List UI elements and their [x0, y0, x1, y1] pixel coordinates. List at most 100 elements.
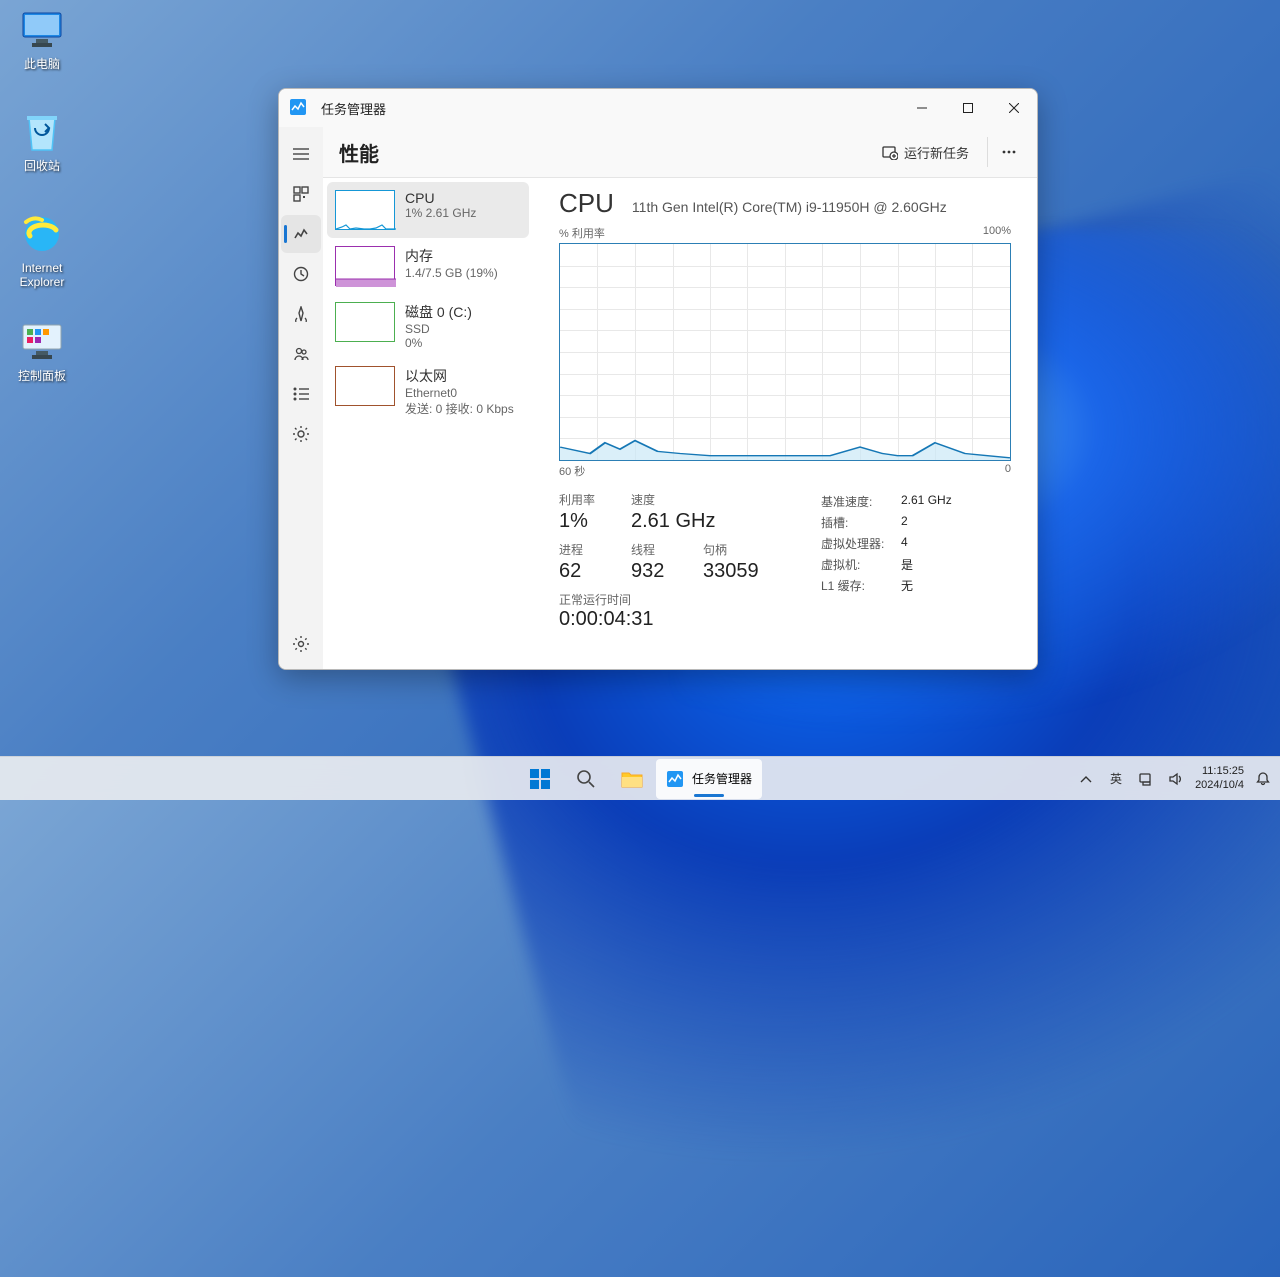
prop-label: 虚拟机:	[821, 556, 901, 573]
taskbar-active-label: 任务管理器	[692, 770, 752, 787]
desktop-icon-label: 此电脑	[24, 57, 60, 71]
hamburger-icon[interactable]	[281, 135, 321, 173]
stat-value-uptime: 0:00:04:31	[559, 608, 821, 631]
ie-icon	[18, 210, 66, 258]
monitor-icon	[18, 6, 66, 54]
nav-performance[interactable]	[281, 215, 321, 253]
run-task-label: 运行新任务	[904, 143, 969, 162]
perf-item-sub: 1% 2.61 GHz	[405, 206, 476, 220]
search-button[interactable]	[564, 759, 608, 799]
stat-label: 线程	[631, 541, 683, 558]
stat-label: 进程	[559, 541, 611, 558]
memory-sparkline	[335, 246, 395, 286]
page-header: 性能 运行新任务	[323, 127, 1037, 177]
task-manager-icon	[289, 98, 309, 118]
clock[interactable]: 11:15:25 2024/10/4	[1195, 765, 1244, 791]
nav-startup[interactable]	[281, 295, 321, 333]
perf-item-sub: 发送: 0 接收: 0 Kbps	[405, 400, 514, 417]
prop-value-vcpu: 4	[901, 535, 908, 552]
file-explorer-button[interactable]	[610, 759, 654, 799]
prop-label: 插槽:	[821, 514, 901, 531]
taskbar-active-app[interactable]: 任务管理器	[656, 759, 762, 799]
perf-item-sub: 1.4/7.5 GB (19%)	[405, 266, 498, 280]
perf-item-title: CPU	[405, 190, 476, 206]
volume-icon[interactable]	[1165, 768, 1187, 790]
stat-label: 利用率	[559, 491, 611, 508]
perf-item-title: 内存	[405, 246, 498, 266]
start-button[interactable]	[518, 759, 562, 799]
page-title: 性能	[339, 138, 379, 167]
ime-indicator[interactable]: 英	[1105, 768, 1127, 790]
chevron-up-icon[interactable]	[1075, 768, 1097, 790]
nav-rail	[279, 127, 323, 669]
desktop-icon-label: Internet Explorer	[2, 261, 82, 290]
performance-sidebar: CPU 1% 2.61 GHz 内存 1.4/7.5 GB (19%)	[323, 178, 533, 669]
stat-value-processes: 62	[559, 560, 611, 583]
perf-item-title: 磁盘 0 (C:)	[405, 302, 472, 322]
performance-detail: CPU 11th Gen Intel(R) Core(TM) i9-11950H…	[533, 178, 1037, 669]
maximize-button[interactable]	[945, 89, 991, 127]
prop-value-base-speed: 2.61 GHz	[901, 493, 952, 510]
prop-value-vm: 是	[901, 556, 913, 573]
prop-value-l1: 无	[901, 577, 913, 594]
detail-heading: CPU	[559, 188, 614, 219]
clock-date: 2024/10/4	[1195, 779, 1244, 792]
perf-item-sub: SSD	[405, 322, 472, 336]
minimize-button[interactable]	[899, 89, 945, 127]
system-tray: 英 11:15:25 2024/10/4	[1075, 765, 1274, 791]
cpu-usage-graph[interactable]	[559, 243, 1011, 461]
taskbar: 任务管理器 英 11:15:25 2024/10/4	[0, 756, 1280, 800]
titlebar[interactable]: 任务管理器	[279, 89, 1037, 127]
desktop-icon-control-panel[interactable]: 控制面板	[2, 318, 82, 383]
network-icon[interactable]	[1135, 768, 1157, 790]
stat-value-speed: 2.61 GHz	[631, 510, 715, 533]
stat-label: 正常运行时间	[559, 591, 821, 608]
close-button[interactable]	[991, 89, 1037, 127]
stat-label: 速度	[631, 491, 715, 508]
app-title: 任务管理器	[321, 99, 899, 118]
cpu-model: 11th Gen Intel(R) Core(TM) i9-11950H @ 2…	[632, 199, 947, 215]
task-manager-icon	[666, 770, 684, 788]
perf-item-title: 以太网	[405, 366, 514, 386]
graph-xlabel-right: 0	[1005, 463, 1011, 479]
nav-services[interactable]	[281, 415, 321, 453]
prop-label: 虚拟处理器:	[821, 535, 901, 552]
stat-value-threads: 932	[631, 560, 683, 583]
perf-item-sub: Ethernet0	[405, 386, 514, 400]
graph-xlabel-left: 60 秒	[559, 463, 585, 479]
nav-app-history[interactable]	[281, 255, 321, 293]
cpu-line-path	[560, 244, 1010, 460]
perf-item-disk[interactable]: 磁盘 0 (C:) SSD 0%	[327, 294, 529, 358]
nav-processes[interactable]	[281, 175, 321, 213]
nav-users[interactable]	[281, 335, 321, 373]
perf-item-sub: 0%	[405, 336, 472, 350]
desktop-icon-label: 控制面板	[18, 369, 66, 383]
nav-settings[interactable]	[281, 625, 321, 663]
ethernet-sparkline	[335, 366, 395, 406]
desktop-icon-label: 回收站	[24, 159, 60, 173]
desktop-icon-this-pc[interactable]: 此电脑	[2, 6, 82, 71]
graph-ymax: 100%	[983, 225, 1011, 241]
task-manager-window: 任务管理器	[278, 88, 1038, 670]
run-task-icon	[882, 144, 898, 160]
notifications-icon[interactable]	[1252, 768, 1274, 790]
desktop-icon-internet-explorer[interactable]: Internet Explorer	[2, 210, 82, 290]
control-panel-icon	[18, 318, 66, 366]
graph-ylabel: % 利用率	[559, 225, 605, 241]
more-options-button[interactable]	[987, 137, 1017, 167]
prop-label: 基准速度:	[821, 493, 901, 510]
prop-value-sockets: 2	[901, 514, 908, 531]
nav-details[interactable]	[281, 375, 321, 413]
prop-label: L1 缓存:	[821, 577, 901, 594]
desktop-icon-recycle-bin[interactable]: 回收站	[2, 108, 82, 173]
stat-value-utilization: 1%	[559, 510, 611, 533]
run-new-task-button[interactable]: 运行新任务	[872, 137, 979, 168]
cpu-sparkline	[335, 190, 395, 230]
perf-item-ethernet[interactable]: 以太网 Ethernet0 发送: 0 接收: 0 Kbps	[327, 358, 529, 425]
stat-value-handles: 33059	[703, 560, 759, 583]
stat-label: 句柄	[703, 541, 759, 558]
clock-time: 11:15:25	[1195, 765, 1244, 778]
disk-sparkline	[335, 302, 395, 342]
perf-item-cpu[interactable]: CPU 1% 2.61 GHz	[327, 182, 529, 238]
perf-item-memory[interactable]: 内存 1.4/7.5 GB (19%)	[327, 238, 529, 294]
